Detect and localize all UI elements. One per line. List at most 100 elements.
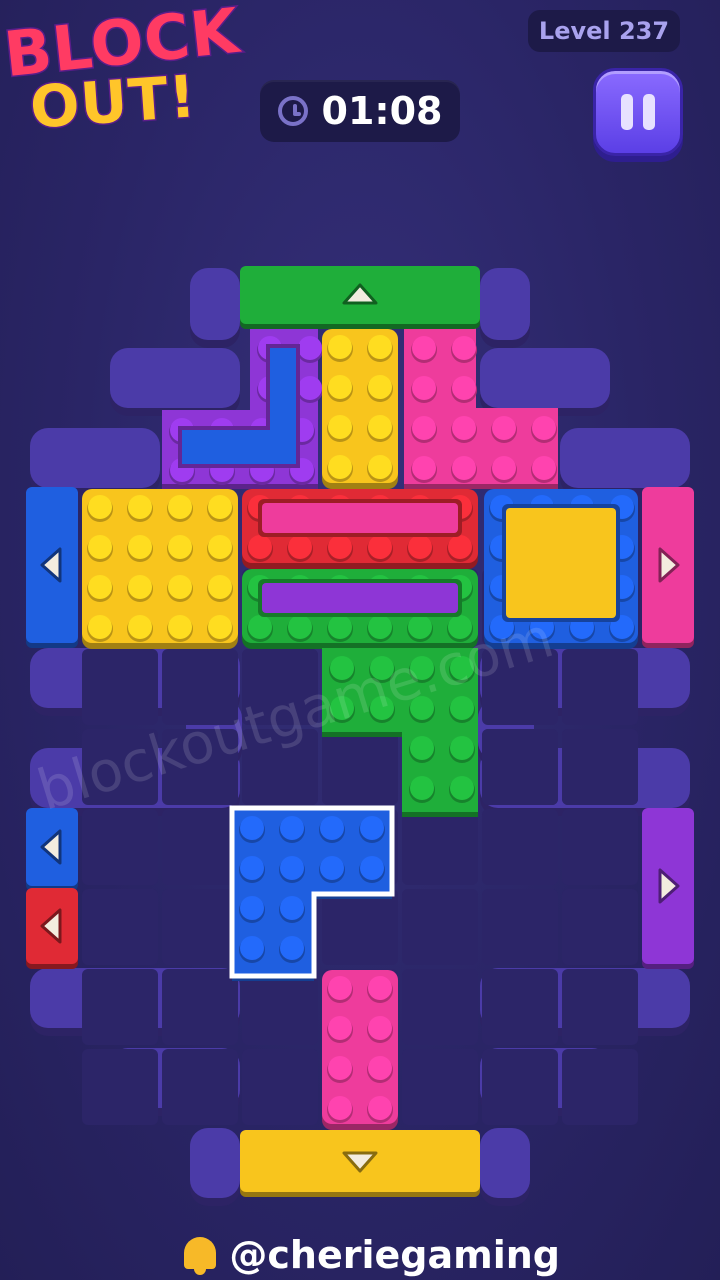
board-cell xyxy=(82,809,158,885)
block-red-bar-inner xyxy=(262,503,458,533)
credit: @cheriegaming xyxy=(180,1230,560,1280)
stud xyxy=(240,816,264,840)
stud xyxy=(168,615,192,639)
board-cell xyxy=(562,729,638,805)
stud xyxy=(240,856,264,880)
stud xyxy=(492,456,516,480)
stud xyxy=(368,1056,392,1080)
exit-top-green[interactable] xyxy=(240,266,480,329)
stud xyxy=(208,575,232,599)
exit-right-purple[interactable] xyxy=(642,808,694,969)
stud xyxy=(280,896,304,920)
board-cell xyxy=(162,969,238,1045)
stud xyxy=(448,535,472,559)
board-cell xyxy=(482,969,558,1045)
stud xyxy=(452,376,476,400)
stud xyxy=(410,736,434,760)
stud xyxy=(328,415,352,439)
stud xyxy=(128,495,152,519)
stud xyxy=(168,535,192,559)
board-cell xyxy=(322,889,398,965)
stud xyxy=(360,816,384,840)
board-cell xyxy=(562,809,638,885)
stud xyxy=(328,535,352,559)
block-pink-vertical[interactable] xyxy=(322,970,398,1130)
stud xyxy=(408,615,432,639)
exit-right-pink[interactable] xyxy=(642,487,694,648)
block-red-bar[interactable] xyxy=(242,489,478,569)
board-cell xyxy=(322,729,398,805)
stud xyxy=(168,495,192,519)
stud xyxy=(408,535,432,559)
game-board xyxy=(26,266,694,1206)
clock-icon xyxy=(277,96,308,126)
block-yellow-vertical[interactable] xyxy=(322,329,398,489)
stud xyxy=(298,336,322,360)
stud xyxy=(208,495,232,519)
wall-segment xyxy=(480,268,530,340)
board-cell xyxy=(402,1049,478,1125)
stud xyxy=(328,455,352,479)
wall-segment xyxy=(30,428,160,488)
board-cell xyxy=(242,1049,318,1125)
board-cell xyxy=(562,889,638,965)
stud xyxy=(532,416,556,440)
stud xyxy=(240,896,264,920)
stud xyxy=(410,776,434,800)
stud xyxy=(298,376,322,400)
board-cell xyxy=(82,649,158,725)
stud xyxy=(368,415,392,439)
wall-segment xyxy=(190,1128,240,1198)
board-cell xyxy=(82,889,158,965)
board-cell xyxy=(562,1049,638,1125)
wall-segment xyxy=(480,348,610,408)
bell-icon xyxy=(180,1233,219,1277)
credit-handle: @cheriegaming xyxy=(229,1233,560,1277)
board-cell xyxy=(402,809,478,885)
stud xyxy=(208,615,232,639)
stud xyxy=(452,336,476,360)
exit-bottom-yellow[interactable] xyxy=(240,1130,480,1197)
stud xyxy=(248,535,272,559)
stud xyxy=(328,976,352,1000)
pause-button[interactable] xyxy=(593,68,683,156)
stud xyxy=(88,535,112,559)
stud xyxy=(88,575,112,599)
stud xyxy=(452,456,476,480)
stud xyxy=(240,936,264,960)
exit-left-blue-upper[interactable] xyxy=(26,487,78,648)
stud xyxy=(450,736,474,760)
board-cell xyxy=(482,1049,558,1125)
block-yellow-square[interactable] xyxy=(82,489,238,649)
wall-segment xyxy=(480,1128,530,1198)
stud xyxy=(412,336,436,360)
stud xyxy=(412,416,436,440)
stud xyxy=(328,1016,352,1040)
board-cell xyxy=(82,969,158,1045)
stud xyxy=(288,535,312,559)
stud xyxy=(88,495,112,519)
stud xyxy=(368,1096,392,1120)
stud xyxy=(412,376,436,400)
stud xyxy=(280,816,304,840)
wall-segment xyxy=(560,428,690,488)
stud xyxy=(288,615,312,639)
stud xyxy=(128,615,152,639)
stud xyxy=(320,856,344,880)
stud xyxy=(320,816,344,840)
stud xyxy=(368,535,392,559)
stud xyxy=(368,335,392,359)
stud xyxy=(492,416,516,440)
stud xyxy=(368,375,392,399)
board-cell xyxy=(402,889,478,965)
stud xyxy=(280,936,304,960)
stud xyxy=(368,976,392,1000)
exit-left-red[interactable] xyxy=(26,888,78,969)
board-cell xyxy=(562,649,638,725)
stud xyxy=(128,535,152,559)
stud xyxy=(532,456,556,480)
board-cell xyxy=(162,809,238,885)
wall-segment xyxy=(190,268,240,340)
stud xyxy=(168,575,192,599)
pause-icon-bar-right xyxy=(643,94,655,130)
